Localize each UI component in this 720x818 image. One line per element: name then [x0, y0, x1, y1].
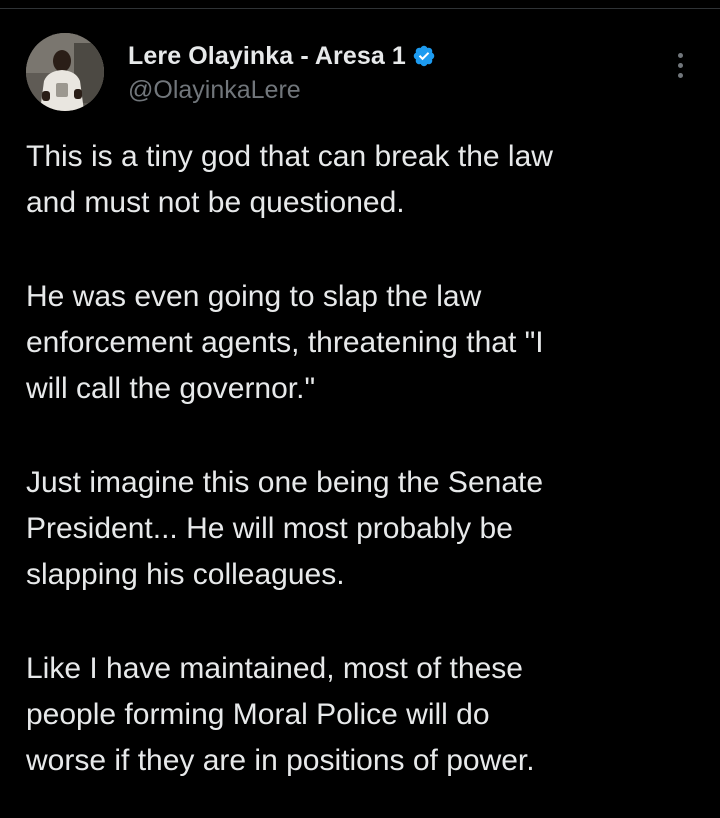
more-vertical-icon[interactable] — [666, 47, 694, 83]
tweet-paragraph: Just imagine this one being the Senate P… — [26, 466, 544, 591]
tweet[interactable]: Lere Olayinka - Aresa 1 @OlayinkaLere Th… — [0, 0, 720, 818]
tweet-header: Lere Olayinka - Aresa 1 @OlayinkaLere — [26, 33, 706, 115]
tweet-paragraph: This is a tiny god that can break the la… — [26, 140, 553, 219]
more-dot — [677, 72, 683, 78]
display-name-row: Lere Olayinka - Aresa 1 — [128, 39, 436, 73]
author-info: Lere Olayinka - Aresa 1 @OlayinkaLere — [128, 39, 436, 105]
user-handle[interactable]: @OlayinkaLere — [128, 76, 436, 105]
tweet-paragraph: Like I have maintained, most of these pe… — [26, 652, 535, 777]
more-dot — [677, 62, 683, 68]
tweet-paragraph: He was even going to slap the law enforc… — [26, 280, 544, 405]
verified-badge-icon — [412, 44, 436, 68]
display-name[interactable]: Lere Olayinka - Aresa 1 — [128, 42, 406, 71]
avatar[interactable] — [26, 33, 104, 111]
tweet-text: This is a tiny god that can break the la… — [26, 134, 706, 784]
more-dot — [677, 52, 683, 58]
